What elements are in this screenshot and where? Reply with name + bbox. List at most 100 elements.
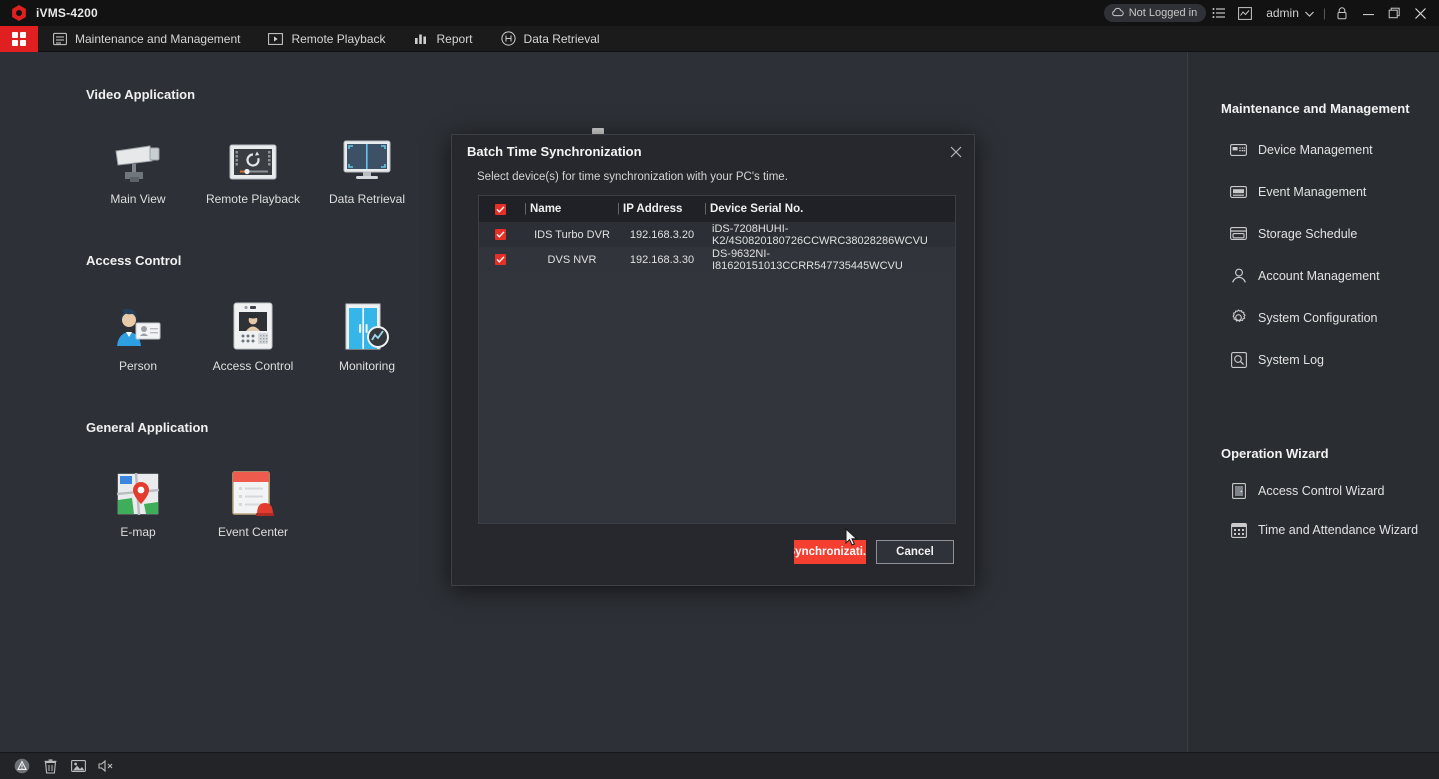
column-separator: | <box>524 203 527 215</box>
table-row[interactable]: IDS Turbo DVR 192.168.3.20 iDS-7208HUHI-… <box>479 222 955 247</box>
app-tile-label: Monitoring <box>338 359 396 373</box>
menu-item-label: Data Retrieval <box>523 31 600 46</box>
menu-item-remote-playback[interactable]: Remote Playback <box>254 26 399 52</box>
menu-item-maintenance-and-management[interactable]: Maintenance and Management <box>38 26 254 52</box>
playback-screen-icon <box>195 127 311 183</box>
checkbox-checked-icon <box>494 229 506 240</box>
app-tile-label: E-map <box>120 525 156 539</box>
column-separator: | <box>704 203 707 215</box>
menu-bar: Maintenance and Management Remote Playba… <box>0 25 1439 52</box>
login-status-button[interactable]: Not Logged in <box>1103 4 1207 22</box>
app-tile-label: Person <box>118 359 158 373</box>
app-tile-remote-playback[interactable]: Remote Playback <box>195 127 311 206</box>
minimize-icon[interactable] <box>1355 2 1381 24</box>
close-icon[interactable] <box>946 142 966 162</box>
lock-icon[interactable] <box>1329 2 1355 24</box>
right-panel: Maintenance and Management Device Manage… <box>1188 52 1439 752</box>
table-header-row: | Name | IP Address | Device Serial No. <box>479 196 955 222</box>
menu-item-label: Report <box>436 31 473 46</box>
sidebar-item-time-and-attendance-wizard[interactable]: Time and Attendance Wizard <box>1230 521 1418 538</box>
column-header-device-serial-no[interactable]: Device Serial No. <box>710 203 955 215</box>
cell-name: IDS Turbo DVR <box>534 228 610 241</box>
close-icon[interactable] <box>1407 2 1433 24</box>
list-icon[interactable] <box>1206 2 1232 24</box>
calendar-icon <box>1230 521 1247 538</box>
row-checkbox[interactable] <box>479 254 521 265</box>
column-header-ip-address[interactable]: IP Address <box>623 203 701 215</box>
menu-item-report[interactable]: Report <box>400 26 487 52</box>
login-status-label: Not Logged in <box>1128 7 1198 19</box>
sidebar-item-storage-schedule[interactable]: Storage Schedule <box>1230 225 1357 242</box>
maintenance-icon <box>52 31 67 46</box>
section-title-video-application: Video Application <box>86 87 196 102</box>
app-logo-icon <box>11 5 27 21</box>
title-bar: iVMS-4200 Not Logged in admin | <box>0 0 1439 26</box>
section-title-access-control: Access Control <box>86 253 182 268</box>
sidebar-item-label: Time and Attendance Wizard <box>1258 522 1419 537</box>
person-card-icon <box>80 294 196 350</box>
cell-ip-address: 192.168.3.20 <box>629 228 695 241</box>
playback-icon <box>268 31 284 46</box>
map-pin-icon <box>80 460 196 516</box>
application-window: iVMS-4200 Not Logged in admin | Maintena… <box>0 0 1439 779</box>
panel-title-operation-wizard: Operation Wizard <box>1221 446 1329 461</box>
home-grid-icon[interactable] <box>0 25 38 52</box>
sidebar-item-label: Storage Schedule <box>1258 226 1358 241</box>
user-name: admin <box>1266 6 1299 20</box>
menu-item-data-retrieval[interactable]: Data Retrieval <box>487 26 614 52</box>
door-icon <box>1230 482 1247 499</box>
cell-ip-address: 192.168.3.30 <box>629 253 695 266</box>
sidebar-item-access-control-wizard[interactable]: Access Control Wizard <box>1230 482 1384 499</box>
app-tile-label: Event Center <box>217 525 289 539</box>
checkbox-checked-icon <box>494 254 506 265</box>
app-tile-event-center[interactable]: Event Center <box>195 460 311 539</box>
sidebar-item-label: Access Control Wizard <box>1258 483 1385 498</box>
report-icon <box>414 31 429 46</box>
section-title-general-application: General Application <box>86 420 209 435</box>
sidebar-item-label: System Configuration <box>1258 310 1378 325</box>
sidebar-item-system-log[interactable]: System Log <box>1230 351 1324 368</box>
cell-device-serial-no: iDS-7208HUHI-K2/4S0820180726CCWRC3802828… <box>712 222 928 247</box>
mute-icon[interactable] <box>94 755 118 777</box>
batch-time-synchronization-dialog: Batch Time Synchronization Select device… <box>451 134 975 586</box>
storage-icon <box>1230 225 1247 242</box>
alarm-icon[interactable] <box>10 755 34 777</box>
user-menu[interactable]: admin <box>1258 6 1320 20</box>
panel-title-maintenance: Maintenance and Management <box>1221 101 1410 116</box>
door-monitoring-icon <box>309 294 425 350</box>
sidebar-item-system-configuration[interactable]: System Configuration <box>1230 309 1378 326</box>
restore-icon[interactable] <box>1381 2 1407 24</box>
device-table: | Name | IP Address | Device Serial No. … <box>478 195 956 524</box>
log-icon <box>1230 351 1247 368</box>
sidebar-item-device-management[interactable]: Device Management <box>1230 141 1373 158</box>
monitor-icon <box>309 127 425 183</box>
chevron-down-icon <box>1304 6 1314 20</box>
select-all-checkbox[interactable] <box>479 203 521 215</box>
cancel-button[interactable]: Cancel <box>876 540 954 564</box>
titlebar-separator: | <box>1322 6 1326 20</box>
synchronization-button[interactable]: Synchronizati... <box>794 540 866 564</box>
sidebar-item-event-management[interactable]: Event Management <box>1230 183 1366 200</box>
image-icon[interactable] <box>66 755 90 777</box>
row-checkbox[interactable] <box>479 229 521 240</box>
table-row[interactable]: DVS NVR 192.168.3.30 DS-9632NI-I81620151… <box>479 247 955 272</box>
menu-item-label: Remote Playback <box>291 31 386 46</box>
chart-icon[interactable] <box>1232 2 1258 24</box>
trash-icon[interactable] <box>38 755 62 777</box>
app-tile-e-map[interactable]: E-map <box>80 460 196 539</box>
sidebar-item-label: Event Management <box>1258 184 1367 199</box>
app-tile-person[interactable]: Person <box>80 294 196 373</box>
app-tile-main-view[interactable]: Main View <box>80 127 196 206</box>
app-tile-access-control[interactable]: Access Control <box>195 294 311 373</box>
app-tile-label: Remote Playback <box>205 192 301 206</box>
app-title: iVMS-4200 <box>36 6 98 20</box>
camera-icon <box>80 127 196 183</box>
sidebar-item-account-management[interactable]: Account Management <box>1230 267 1380 284</box>
gear-icon <box>1230 309 1247 326</box>
dialog-button-row: Synchronizati... Cancel <box>794 540 954 564</box>
column-header-name[interactable]: Name <box>530 203 614 215</box>
sidebar-item-label: Device Management <box>1258 142 1373 157</box>
app-tile-data-retrieval[interactable]: Data Retrieval <box>309 127 425 206</box>
cell-name: DVS NVR <box>547 253 597 266</box>
app-tile-monitoring[interactable]: Monitoring <box>309 294 425 373</box>
